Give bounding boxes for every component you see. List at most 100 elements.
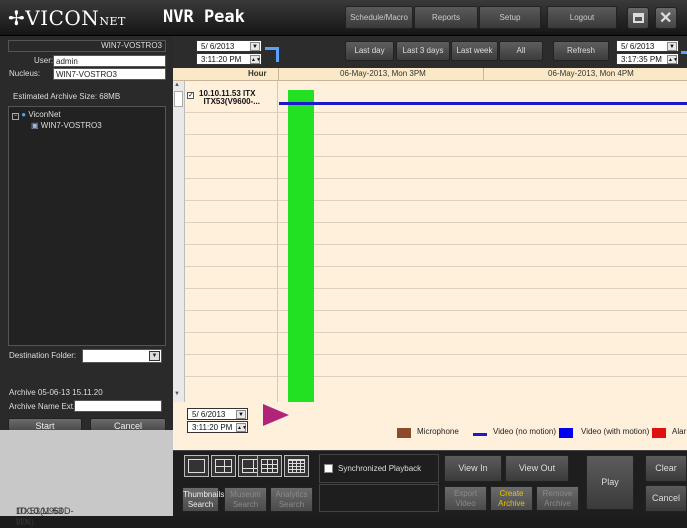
btn-label: Video — [455, 499, 476, 508]
video-track-line[interactable] — [279, 102, 687, 105]
hour-header: Hour 06-May-2013, Mon 3PM 06-May-2013, M… — [173, 68, 687, 81]
globe-icon: ● — [21, 110, 27, 119]
legend-swatch-microphone — [397, 428, 411, 438]
chevron-down-icon[interactable]: ▼ — [149, 351, 160, 361]
timeline-scrollbar[interactable]: ▲ ▼ — [173, 81, 185, 402]
cursor-date: 5/ 6/2013 — [192, 410, 226, 419]
nav-reports[interactable]: Reports — [414, 6, 478, 29]
archive-size: Estimated Archive Size: 68MB — [13, 92, 121, 101]
museum-search-button[interactable]: Museum Search — [224, 487, 267, 512]
minimize-button[interactable] — [627, 7, 649, 29]
spinner-icon[interactable]: ▲▼ — [250, 55, 261, 64]
calendar-dropdown-icon-2[interactable]: ▼ — [667, 42, 677, 51]
last-day-button[interactable]: Last day — [345, 41, 394, 61]
nav-logout[interactable]: Logout — [547, 6, 617, 29]
tab-label: Analytics — [275, 490, 308, 499]
all-button[interactable]: All — [499, 41, 543, 61]
tab-label: Search — [187, 500, 214, 509]
sync-extra-panel — [319, 484, 439, 512]
archive-ext-input[interactable] — [74, 400, 162, 412]
cursor-time-picker[interactable]: 3:11:20 PM ▲▼ — [187, 421, 248, 433]
nav-schedule-macro[interactable]: Schedule/Macro — [345, 6, 413, 29]
end-time-picker[interactable]: 3:17:35 PM ▲▼ — [616, 53, 679, 65]
start-time-picker[interactable]: 3:11:20 PM ▲▼ — [196, 53, 262, 65]
last-week-button[interactable]: Last week — [451, 41, 498, 61]
tab-label: Search — [278, 500, 305, 509]
calendar-dropdown-icon-3[interactable]: ▼ — [236, 410, 246, 419]
layout-4x4-icon — [288, 459, 305, 473]
tree-child-label: WIN7-VOSTRO3 — [40, 121, 102, 130]
tree-child[interactable]: ▣ WIN7-VOSTRO3 — [31, 121, 102, 130]
nucleus-label: Nucleus: — [9, 69, 41, 78]
grid-row — [185, 222, 687, 223]
close-button[interactable]: ✕ — [655, 7, 677, 29]
tree-root[interactable]: − ● ViconNet — [12, 110, 61, 120]
grid-row — [185, 332, 687, 333]
legend-with-motion: Video (with motion) — [581, 427, 650, 436]
grid-row — [185, 266, 687, 267]
collapse-icon[interactable]: − — [12, 113, 19, 120]
calendar-dropdown-icon[interactable]: ▼ — [250, 42, 260, 51]
export-video-button[interactable]: Export Video — [444, 486, 487, 511]
start-time: 3:11:20 PM — [201, 55, 242, 64]
cursor-date-picker[interactable]: 5/ 6/2013 ▼ — [187, 408, 248, 420]
minimize-icon — [633, 13, 644, 23]
legend-alarm: Alar — [672, 427, 687, 436]
scroll-thumb[interactable] — [174, 91, 183, 107]
destination-label: Destination Folder: — [9, 351, 77, 360]
layout-4x4-button[interactable] — [284, 455, 309, 477]
layout-1x1-icon — [188, 459, 205, 473]
play-button[interactable]: Play — [586, 455, 634, 510]
timeline-area[interactable] — [173, 68, 687, 402]
destination-select[interactable]: ▼ — [82, 349, 162, 363]
end-time: 3:17:35 PM — [621, 55, 662, 64]
row-camera-model: ITX53(V9600-... — [203, 97, 260, 106]
camera-model: ITX53(V960D-WN) — [16, 506, 74, 527]
grid-row — [185, 156, 687, 157]
user-label: User: — [34, 56, 54, 65]
analytics-search-button[interactable]: Analytics Search — [270, 487, 313, 512]
user-field[interactable]: admin — [53, 55, 166, 67]
app-title: NVR Peak — [163, 7, 245, 27]
playhead-icon[interactable] — [263, 404, 289, 426]
sync-checkbox[interactable] — [324, 464, 333, 473]
refresh-button[interactable]: Refresh — [553, 41, 609, 61]
cursor-time: 3:11:20 PM — [192, 423, 233, 432]
scroll-down-icon[interactable]: ▼ — [174, 391, 180, 397]
hour-label: Hour — [248, 69, 267, 78]
scroll-up-icon[interactable]: ▲ — [174, 82, 180, 88]
grid-row — [185, 134, 687, 135]
archive-name: Archive 05-06-13 15.11.20 — [9, 388, 103, 397]
create-archive-button[interactable]: Create Archive — [490, 486, 533, 511]
grid-row — [185, 112, 687, 113]
view-in-button[interactable]: View In — [444, 455, 502, 482]
start-date-picker[interactable]: 5/ 6/2013 ▼ — [196, 40, 262, 52]
layout-2x2-button[interactable] — [211, 455, 236, 477]
layout-2x2-icon — [215, 459, 232, 473]
layout-1x1-button[interactable] — [184, 455, 209, 477]
range-bracket-icon — [265, 47, 279, 62]
spinner-icon-2[interactable]: ▲▼ — [667, 55, 678, 64]
recording-segment[interactable] — [288, 90, 314, 405]
hour-divider — [483, 68, 484, 81]
last-3-days-button[interactable]: Last 3 days — [396, 41, 450, 61]
cancel-button[interactable]: Cancel — [645, 485, 687, 512]
archive-ext-label: Archive Name Ext.: — [9, 402, 78, 411]
thumbnails-search-button[interactable]: Thumbnails Search — [182, 487, 224, 512]
legend-swatch-no-motion — [473, 433, 487, 436]
nucleus-field[interactable]: WIN7-VOSTRO3 — [53, 68, 166, 80]
header-divider — [278, 68, 279, 81]
end-date-picker[interactable]: 5/ 6/2013 ▼ — [616, 40, 679, 52]
legend-swatch-alarm — [652, 428, 666, 438]
nav-setup[interactable]: Setup — [479, 6, 541, 29]
layout-3x3-button[interactable] — [257, 455, 282, 477]
spinner-icon-3[interactable]: ▲▼ — [236, 423, 247, 432]
camera-checkbox[interactable]: ✓ — [187, 92, 194, 99]
clear-button[interactable]: Clear — [645, 455, 687, 482]
device-tree[interactable]: − ● ViconNet ▣ WIN7-VOSTRO3 — [8, 106, 166, 346]
legend-no-motion: Video (no motion) — [493, 427, 556, 436]
grid-row — [185, 200, 687, 201]
view-out-button[interactable]: View Out — [505, 455, 569, 482]
column-divider — [277, 81, 278, 402]
remove-archive-button[interactable]: Remove Archive — [536, 486, 579, 511]
